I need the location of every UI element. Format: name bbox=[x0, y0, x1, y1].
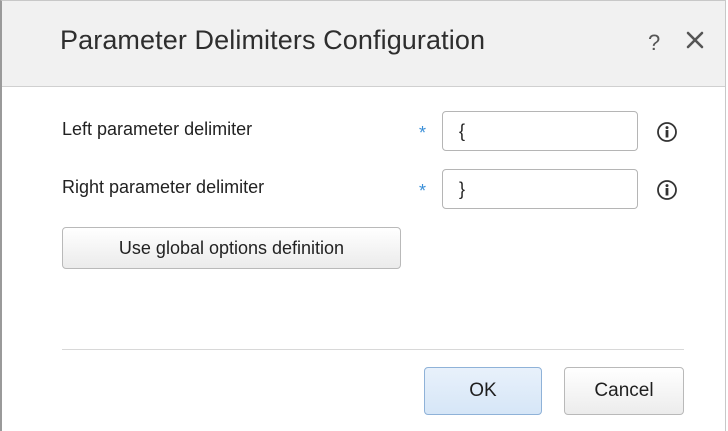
left-delimiter-required-mark: * bbox=[419, 123, 427, 143]
dialog-title-bar: Parameter Delimiters Configuration ? bbox=[2, 1, 725, 87]
use-global-options-button[interactable]: Use global options definition bbox=[62, 227, 401, 269]
left-delimiter-input[interactable] bbox=[442, 111, 638, 151]
footer-divider bbox=[62, 349, 684, 350]
cancel-button[interactable]: Cancel bbox=[564, 367, 684, 415]
right-delimiter-required-mark: * bbox=[419, 181, 427, 201]
ok-button[interactable]: OK bbox=[424, 367, 542, 415]
left-delimiter-info-icon[interactable] bbox=[656, 121, 678, 143]
close-icon[interactable] bbox=[683, 28, 707, 52]
help-button[interactable]: ? bbox=[648, 30, 660, 56]
right-delimiter-label: Right parameter delimiter bbox=[62, 177, 265, 197]
right-delimiter-info-icon[interactable] bbox=[656, 179, 678, 201]
parameter-delimiters-dialog: Parameter Delimiters Configuration ? Lef… bbox=[0, 0, 726, 431]
dialog-title: Parameter Delimiters Configuration bbox=[60, 25, 486, 55]
left-delimiter-label: Left parameter delimiter bbox=[62, 119, 253, 139]
right-delimiter-input[interactable] bbox=[442, 169, 638, 209]
